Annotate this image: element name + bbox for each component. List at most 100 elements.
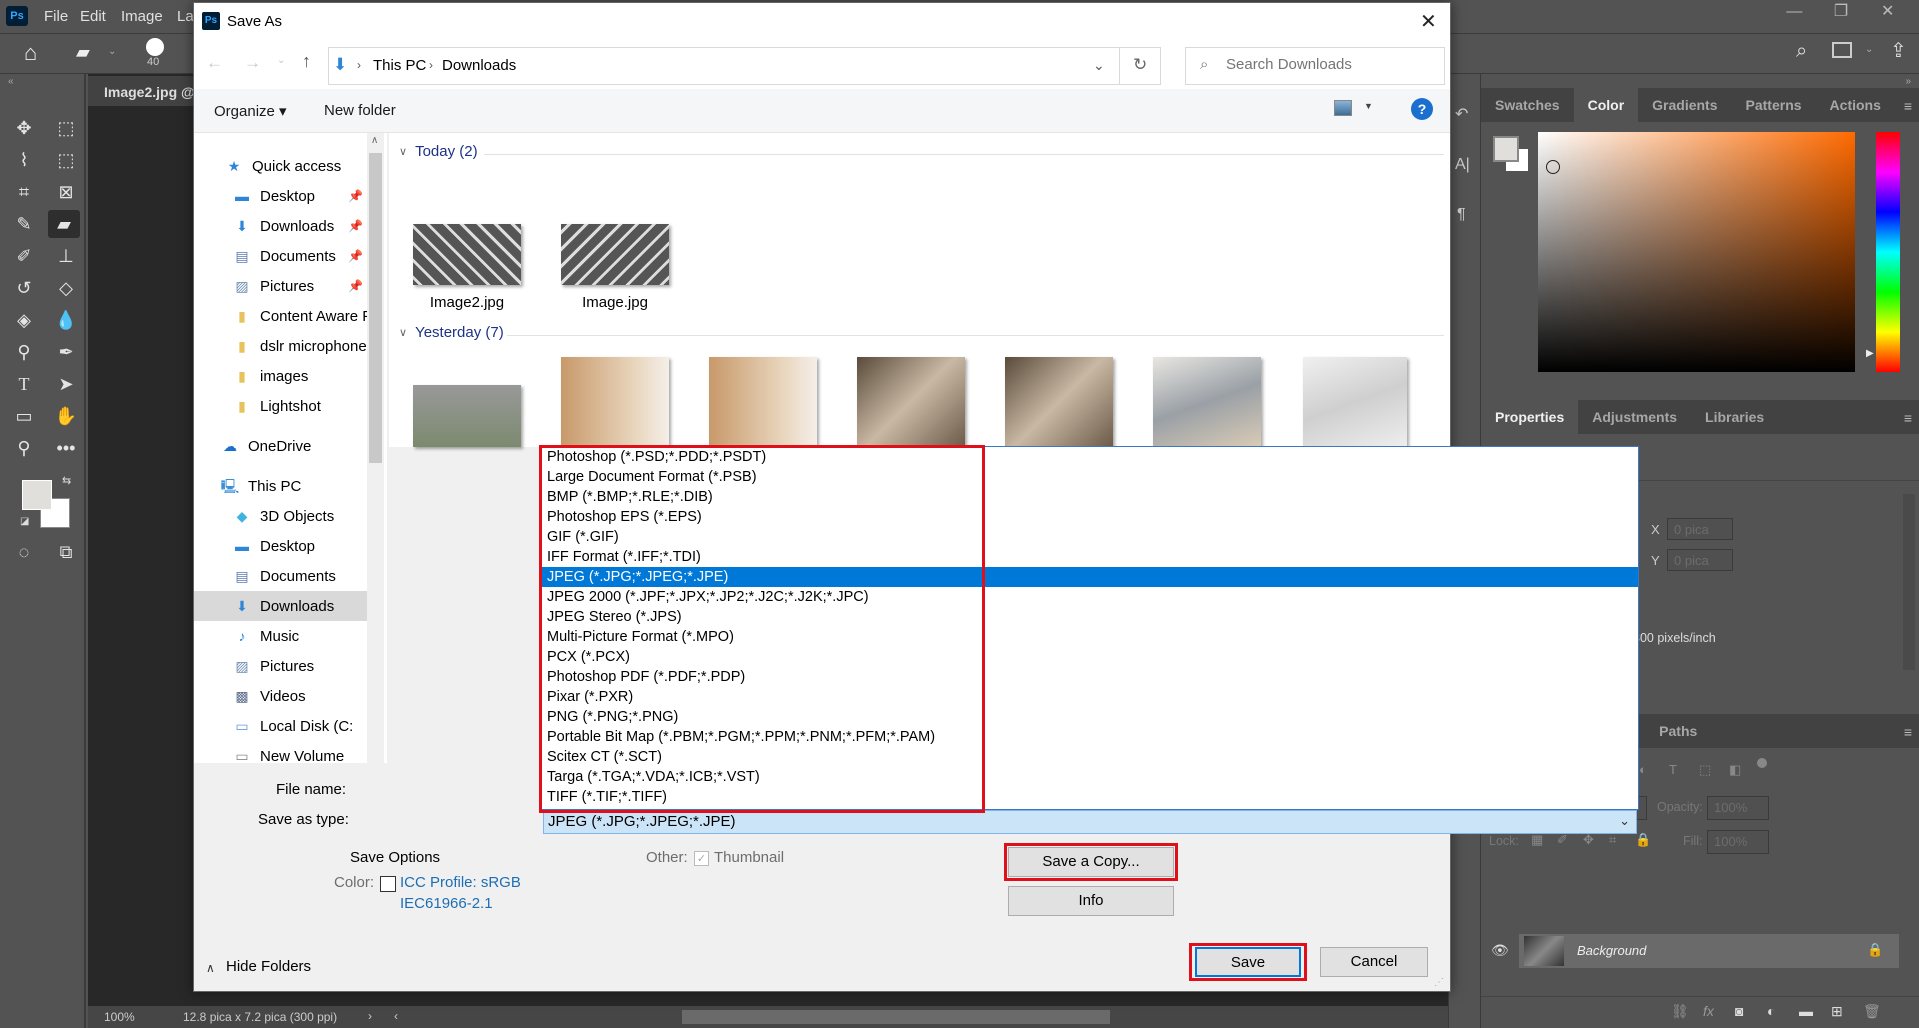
move-tool-icon[interactable]: ✥ — [8, 114, 40, 142]
tab-patterns[interactable]: Patterns — [1732, 88, 1816, 122]
type-option[interactable]: JPEG 2000 (*.JPF;*.JPX;*.JP2;*.J2C;*.J2K… — [541, 587, 1638, 607]
breadcrumb-downloads[interactable]: Downloads — [442, 57, 516, 74]
properties-scrollbar[interactable] — [1903, 494, 1915, 670]
default-colors-icon[interactable]: ◪ — [20, 516, 29, 527]
info-button[interactable]: Info — [1008, 886, 1174, 916]
rectangle-tool-icon[interactable]: ▭ — [8, 402, 40, 430]
search-icon[interactable]: ⌕ — [1796, 40, 1807, 63]
type-option[interactable]: Targa (*.TGA;*.VDA;*.ICB;*.VST) — [541, 767, 1638, 787]
save-as-type-select[interactable]: JPEG (*.JPG;*.JPEG;*.JPE) ⌄ — [543, 810, 1637, 834]
link-layers-icon[interactable]: ⛓ — [1671, 1003, 1689, 1020]
type-option[interactable]: Portable Bit Map (*.PBM;*.PGM;*.PPM;*.PN… — [541, 727, 1638, 747]
pin-icon[interactable]: 📌 — [348, 211, 363, 241]
recent-locations-icon[interactable]: ⌄ — [277, 55, 285, 66]
foreground-color-swatch[interactable] — [22, 480, 52, 510]
brush-tool-icon[interactable]: ✐ — [8, 242, 40, 270]
type-tool-icon[interactable]: T — [8, 370, 40, 398]
pin-icon[interactable]: 📌 — [348, 271, 363, 301]
lock-all-icon[interactable]: 🔒 — [1635, 832, 1651, 848]
hide-folders-button[interactable]: Hide Folders — [226, 958, 311, 975]
nav-pc-item[interactable]: ▬ Desktop — [194, 531, 367, 561]
nav-quick-item[interactable]: ▮ Lightshot — [194, 391, 367, 421]
tab-adjustments[interactable]: Adjustments — [1578, 400, 1691, 434]
file-thumbnail[interactable] — [709, 357, 817, 447]
file-name[interactable]: Image.jpg — [550, 294, 680, 311]
nav-quick-item[interactable]: ▨ Pictures 📌 — [194, 271, 367, 301]
refresh-icon[interactable]: ↻ — [1133, 55, 1147, 75]
tab-actions[interactable]: Actions — [1816, 88, 1895, 122]
icc-profile-checkbox[interactable] — [380, 876, 396, 892]
nav-quick-item[interactable]: ▤ Documents 📌 — [194, 241, 367, 271]
delete-layer-icon[interactable]: 🗑 — [1863, 1003, 1881, 1020]
screen-mode-icon[interactable]: ⧉ — [50, 538, 82, 566]
save-button[interactable]: Save — [1195, 947, 1301, 977]
object-select-tool-icon[interactable]: ⬚ — [50, 146, 82, 174]
tab-color[interactable]: Color — [1573, 88, 1639, 122]
close-icon[interactable]: ✕ — [1420, 9, 1437, 34]
tab-properties[interactable]: Properties — [1481, 400, 1579, 434]
color-picker-handle[interactable] — [1546, 160, 1560, 174]
restore-icon[interactable]: ❐ — [1818, 0, 1865, 24]
scroll-left-icon[interactable]: ‹ — [394, 1009, 398, 1023]
type-option[interactable]: Photoshop EPS (*.EPS) — [541, 507, 1638, 527]
path-select-tool-icon[interactable]: ➤ — [50, 370, 82, 398]
x-input[interactable]: 0 pica — [1667, 518, 1733, 540]
pen-tool-icon[interactable]: ✒ — [50, 338, 82, 366]
nav-quick-item[interactable]: ▮ Content Aware F — [194, 301, 367, 331]
type-option[interactable]: Multi-Picture Format (*.MPO) — [541, 627, 1638, 647]
type-option[interactable]: JPEG (*.JPG;*.JPEG;*.JPE) — [541, 567, 1638, 587]
filter-smartobject-icon[interactable]: ◧ — [1729, 762, 1741, 778]
filter-adjustment-icon[interactable]: ◐ — [1639, 762, 1647, 777]
crop-tool-icon[interactable]: ⌗ — [8, 178, 40, 206]
file-thumbnail[interactable] — [413, 385, 521, 447]
file-thumbnail[interactable] — [413, 224, 521, 285]
nav-pc-item[interactable]: ⬇ Downloads — [194, 591, 367, 621]
lock-transparent-icon[interactable]: ▦ — [1531, 832, 1543, 848]
healing-brush-tool-icon[interactable]: ▰ — [48, 210, 80, 238]
lasso-tool-icon[interactable]: ⌇ — [8, 146, 40, 174]
filter-toggle[interactable] — [1757, 758, 1767, 768]
file-thumbnail[interactable] — [1303, 357, 1407, 447]
lock-artboard-icon[interactable]: ⌗ — [1609, 832, 1616, 848]
nav-this-pc[interactable]: 🖳 This PC — [194, 471, 367, 501]
close-app-icon[interactable]: ✕ — [1864, 0, 1911, 24]
type-option[interactable]: BMP (*.BMP;*.RLE;*.DIB) — [541, 487, 1638, 507]
nav-onedrive[interactable]: ☁ OneDrive — [194, 431, 367, 461]
fx-icon[interactable]: fx — [1703, 1003, 1714, 1019]
nav-pc-item[interactable]: ▭ Local Disk (C: — [194, 711, 367, 741]
layer-lock-icon[interactable]: 🔒 — [1867, 942, 1883, 958]
tab-gradients[interactable]: Gradients — [1638, 88, 1731, 122]
stamp-tool-icon[interactable]: ⊥ — [50, 242, 82, 270]
panel-menu-icon[interactable]: ≡ — [1904, 410, 1912, 426]
nav-pc-item[interactable]: ♪ Music — [194, 621, 367, 651]
y-input[interactable]: 0 pica — [1667, 549, 1733, 571]
tab-paths[interactable]: Paths — [1645, 714, 1711, 748]
back-icon[interactable]: ← — [206, 53, 223, 73]
hand-tool-icon[interactable]: ✋ — [50, 402, 82, 430]
save-a-copy-button[interactable]: Save a Copy... — [1008, 847, 1174, 877]
frame-tool-icon[interactable]: ⊠ — [50, 178, 82, 206]
filter-type-icon[interactable]: T — [1669, 762, 1677, 777]
new-folder-button[interactable]: New folder — [324, 102, 396, 119]
expand-icon[interactable]: » — [1905, 76, 1911, 87]
group-header-yesterday[interactable]: ∨ Yesterday (7) — [399, 324, 504, 341]
nav-pc-item[interactable]: ◆ 3D Objects — [194, 501, 367, 531]
status-more-icon[interactable]: › — [368, 1009, 372, 1023]
color-field[interactable] — [1538, 132, 1855, 372]
fill-input[interactable]: 100% — [1707, 830, 1769, 854]
tab-libraries[interactable]: Libraries — [1691, 400, 1778, 434]
nav-pc-item[interactable]: ▭ New Volume — [194, 741, 367, 763]
pin-icon[interactable]: 📌 — [348, 241, 363, 271]
brush-preview-icon[interactable] — [146, 38, 164, 56]
quick-mask-icon[interactable]: ◌ — [8, 538, 40, 566]
file-thumbnail[interactable] — [1005, 357, 1113, 447]
hide-folders-chevron-icon[interactable]: ∧ — [206, 961, 215, 975]
nav-quick-item[interactable]: ▬ Desktop 📌 — [194, 181, 367, 211]
type-option[interactable]: Photoshop PDF (*.PDF;*.PDP) — [541, 667, 1638, 687]
layer-name[interactable]: Background — [1577, 943, 1646, 958]
zoom-tool-icon[interactable]: ⚲ — [8, 434, 40, 462]
address-bar[interactable]: ⬇ › This PC › Downloads ⌄ ↻ — [328, 47, 1161, 85]
filter-shape-icon[interactable]: ⬚ — [1699, 762, 1711, 778]
eraser-tool-icon[interactable]: ◇ — [50, 274, 82, 302]
menu-edit[interactable]: Edit — [80, 8, 106, 25]
